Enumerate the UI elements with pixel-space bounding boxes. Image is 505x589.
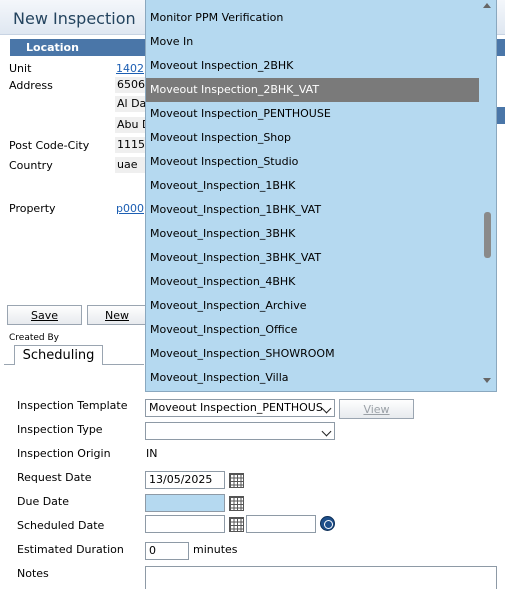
view-button[interactable]: View (339, 399, 414, 419)
section-header-edge (496, 39, 505, 56)
template-select-value: Moveout Inspection_PENTHOUS (149, 401, 323, 414)
country-value: uae (115, 157, 147, 173)
property-label: Property (9, 202, 56, 215)
template-dropdown-list[interactable]: Monitor PPM Verification Move In Moveout… (145, 0, 497, 392)
view-button-label: View (363, 403, 390, 416)
due-date-input[interactable] (145, 494, 225, 512)
dropdown-option[interactable]: Moveout_Inspection_1BHK (146, 174, 480, 198)
duration-unit: minutes (193, 543, 238, 556)
due-date-label: Due Date (17, 495, 69, 508)
calendar-icon[interactable] (229, 517, 244, 532)
origin-label: Inspection Origin (17, 447, 111, 460)
calendar-icon[interactable] (229, 473, 244, 488)
scheduled-date-label: Scheduled Date (17, 519, 105, 532)
scheduled-time-input[interactable] (246, 515, 316, 533)
scheduled-date-input[interactable] (145, 515, 225, 533)
unit-link[interactable]: 1402 (116, 62, 144, 75)
dropdown-option[interactable]: Moveout_Inspection_3BHK (146, 222, 480, 246)
postcode-label: Post Code-City (9, 139, 90, 152)
dropdown-option[interactable]: Monitor PPM Verification (146, 6, 480, 30)
type-select[interactable] (145, 422, 335, 440)
dropdown-scrollbar[interactable] (479, 0, 496, 391)
notes-label: Notes (17, 567, 49, 580)
page-title: New Inspection (13, 9, 136, 28)
request-date-input[interactable]: 13/05/2025 (145, 471, 225, 489)
dropdown-option[interactable]: Moveout_Inspection_SHOWROOM (146, 342, 480, 366)
dropdown-option[interactable]: Moveout Inspection_Shop (146, 126, 480, 150)
save-button-label: Save (30, 309, 58, 322)
location-header: Location (10, 39, 146, 56)
save-button[interactable]: Save (7, 305, 82, 325)
scroll-down-icon[interactable] (483, 378, 491, 383)
section-header-edge (496, 107, 505, 124)
chevron-down-icon (321, 426, 332, 437)
address-label: Address (9, 79, 53, 92)
new-button-label: New (105, 309, 129, 322)
scrollbar-thumb[interactable] (484, 212, 491, 258)
origin-value: IN (146, 447, 158, 460)
dropdown-option[interactable]: Move In (146, 30, 480, 54)
dropdown-option-highlighted[interactable]: Moveout Inspection_2BHK_VAT (146, 78, 480, 102)
dropdown-option[interactable]: Moveout_Inspection_Archive (146, 294, 480, 318)
postcode-value: 1115 (115, 137, 147, 153)
country-label: Country (9, 159, 53, 172)
template-select[interactable]: Moveout Inspection_PENTHOUS (145, 399, 335, 417)
tab-scheduling[interactable]: Scheduling (14, 345, 103, 365)
address-line-1: 6506 (115, 77, 147, 93)
property-link[interactable]: p000 (116, 202, 144, 215)
dropdown-option[interactable]: Moveout_Inspection_1BHK_VAT (146, 198, 480, 222)
type-label: Inspection Type (17, 423, 103, 436)
dropdown-option[interactable]: Moveout Inspection_PENTHOUSE (146, 102, 480, 126)
calendar-icon[interactable] (229, 496, 244, 511)
scroll-up-icon[interactable] (483, 3, 491, 8)
request-date-label: Request Date (17, 471, 92, 484)
chevron-down-icon (321, 403, 332, 414)
unit-label: Unit (9, 62, 32, 75)
notes-textarea[interactable] (145, 566, 497, 589)
created-by-label: Created By (9, 333, 59, 343)
dropdown-option[interactable]: Moveout Inspection_Studio (146, 150, 480, 174)
new-button[interactable]: New (87, 305, 147, 325)
dropdown-option[interactable]: Moveout_Inspection_Villa (146, 366, 480, 390)
dropdown-option[interactable]: Moveout_Inspection_Office (146, 318, 480, 342)
address-line-3: Abu D (115, 117, 147, 133)
clock-icon[interactable] (320, 516, 335, 531)
dropdown-option[interactable]: Moveout_Inspection_4BHK (146, 270, 480, 294)
address-line-2: Al Da (115, 96, 147, 112)
dropdown-option[interactable]: Moveout Inspection_2BHK (146, 54, 480, 78)
template-label: Inspection Template (17, 399, 128, 412)
dropdown-option[interactable]: Moveout_Inspection_3BHK_VAT (146, 246, 480, 270)
duration-input[interactable]: 0 (145, 542, 189, 560)
duration-label: Estimated Duration (17, 543, 124, 556)
